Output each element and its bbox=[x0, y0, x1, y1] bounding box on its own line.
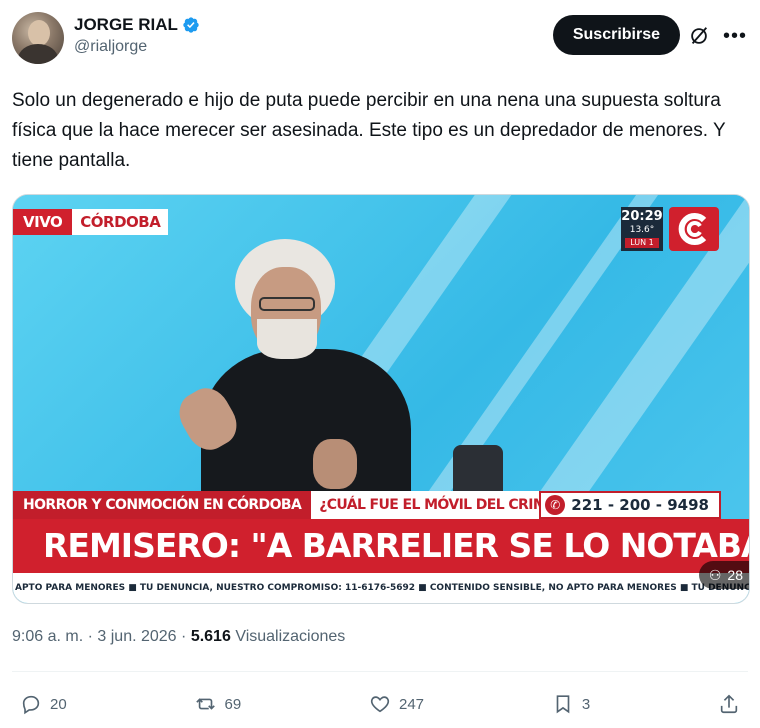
divider bbox=[12, 671, 748, 672]
lower-third: HORROR Y CONMOCIÓN EN CÓRDOBA ¿CUÁL FUE … bbox=[13, 491, 749, 603]
share-button[interactable] bbox=[718, 693, 740, 715]
share-icon bbox=[720, 694, 738, 714]
subscribe-button[interactable]: Suscribirse bbox=[552, 15, 680, 55]
channel-logo-icon bbox=[669, 207, 719, 251]
headline: REMISERO: "A BARRELIER SE LO NOTABA NERV… bbox=[13, 519, 749, 573]
tv-clock: 20:29 13.6° LUN 1 bbox=[621, 207, 663, 251]
reply-count: 20 bbox=[50, 695, 67, 713]
person-icon: ⚇ bbox=[708, 567, 722, 583]
lower-third-topic: HORROR Y CONMOCIÓN EN CÓRDOBA bbox=[13, 491, 312, 519]
speaker-glasses bbox=[259, 297, 315, 311]
heart-icon bbox=[370, 696, 390, 713]
avatar-face bbox=[28, 20, 50, 46]
meta-separator: · bbox=[181, 628, 187, 645]
phone-box: ✆ 221 - 200 - 9498 bbox=[539, 491, 721, 519]
like-button[interactable]: 247 bbox=[369, 693, 424, 715]
more-options-icon[interactable]: ••• bbox=[722, 23, 748, 49]
clock-temp: 13.6° bbox=[629, 225, 655, 235]
repost-icon bbox=[195, 698, 215, 710]
viewers-count: 28 bbox=[727, 567, 743, 583]
meta-separator: · bbox=[87, 628, 93, 645]
tweet-text: Solo un degenerado e hijo de puta puede … bbox=[12, 90, 726, 171]
video-media[interactable]: VIVO CÓRDOBA 20:29 13.6° LUN 1 HORROR Y … bbox=[12, 194, 750, 604]
bookmark-icon bbox=[556, 695, 570, 714]
bookmark-button[interactable]: 3 bbox=[552, 693, 590, 715]
clock-time: 20:29 bbox=[621, 209, 663, 224]
tweet-header: JORGE RIAL @rialjorge Suscribirse ••• bbox=[12, 10, 748, 66]
viewers-badge: ⚇ 28 bbox=[698, 561, 749, 589]
phone-number: 221 - 200 - 9498 bbox=[571, 496, 709, 514]
ticker: APTO PARA MENORES ■ TU DENUNCIA, NUESTRO… bbox=[13, 573, 749, 603]
verified-badge-icon bbox=[183, 17, 199, 33]
avatar[interactable] bbox=[12, 12, 64, 64]
repost-button[interactable]: 69 bbox=[195, 693, 242, 715]
live-label: VIVO bbox=[13, 209, 73, 235]
grok-icon[interactable] bbox=[688, 25, 710, 47]
author-display-name[interactable]: JORGE RIAL bbox=[74, 14, 178, 36]
bookmark-count: 3 bbox=[581, 695, 591, 713]
live-tag: VIVO CÓRDOBA bbox=[13, 209, 169, 235]
action-bar: 20 69 247 3 bbox=[20, 690, 740, 718]
author-handle[interactable]: @rialjorge bbox=[74, 36, 200, 58]
author-names: JORGE RIAL @rialjorge bbox=[74, 14, 200, 58]
repost-count: 69 bbox=[224, 695, 242, 713]
city-label: CÓRDOBA bbox=[72, 209, 169, 235]
like-count: 247 bbox=[399, 695, 425, 713]
reply-button[interactable]: 20 bbox=[20, 693, 67, 715]
views-count: 5.616 bbox=[190, 628, 231, 645]
views-label: Visualizaciones bbox=[235, 628, 346, 645]
speaker-hand bbox=[313, 439, 357, 489]
avatar-body bbox=[18, 44, 58, 64]
clock-day: LUN 1 bbox=[625, 238, 659, 248]
phone-icon: ✆ bbox=[545, 495, 566, 515]
speaker-beard bbox=[257, 319, 317, 359]
tweet-time[interactable]: 9:06 a. m. bbox=[12, 628, 83, 645]
reply-icon bbox=[22, 695, 40, 715]
tweet-date[interactable]: 3 jun. 2026 bbox=[97, 628, 176, 645]
tweet-meta: 9:06 a. m. · 3 jun. 2026 · 5.616 Visuali… bbox=[12, 626, 345, 648]
author-display-name-row[interactable]: JORGE RIAL bbox=[74, 14, 200, 36]
